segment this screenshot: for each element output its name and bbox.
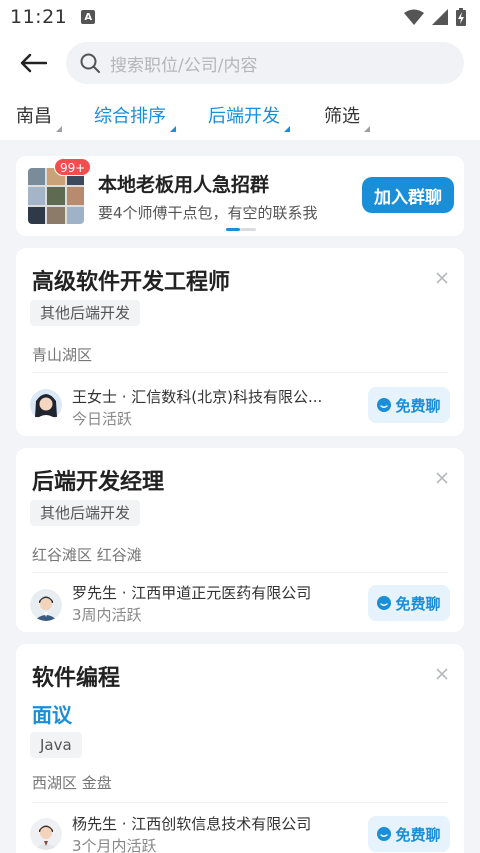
job-title: 高级软件开发工程师 <box>32 270 231 295</box>
free-chat-button[interactable]: 免费聊 <box>368 387 450 423</box>
job-location: 西湖区 金盘 <box>32 774 112 792</box>
avatar <box>30 589 62 621</box>
unread-badge: 99+ <box>54 158 92 176</box>
join-group-button[interactable]: 加入群聊 <box>362 177 454 213</box>
notification-icon: A <box>81 10 96 24</box>
divider <box>32 372 448 373</box>
job-title: 软件编程 <box>32 666 121 691</box>
dropdown-triangle-icon <box>364 126 370 132</box>
top-bar: 搜索职位/公司/内容 <box>0 34 480 92</box>
recruiter-info: 罗先生 · 江西甲道正元医药有限公司 <box>72 584 312 602</box>
job-card[interactable]: 高级软件开发工程师 其他后端开发 青山湖区 王女士 · 汇信数科(北京)科技有限… <box>16 248 464 436</box>
filter-bar: 南昌 综合排序 后端开发 筛选 <box>0 92 480 140</box>
job-title: 后端开发经理 <box>32 470 165 495</box>
back-arrow-icon <box>20 53 47 73</box>
filter-more[interactable]: 筛选 <box>324 102 370 132</box>
filter-more-label: 筛选 <box>324 106 360 127</box>
close-icon[interactable] <box>434 666 450 682</box>
chat-icon <box>377 596 392 610</box>
free-chat-button[interactable]: 免费聊 <box>368 816 450 852</box>
carousel-indicator <box>226 228 256 231</box>
search-placeholder: 搜索职位/公司/内容 <box>110 55 258 76</box>
status-icons <box>404 8 466 26</box>
dropdown-triangle-icon <box>170 126 176 132</box>
job-location: 红谷滩区 红谷滩 <box>32 546 142 564</box>
job-tag: Java <box>30 732 82 758</box>
active-status: 今日活跃 <box>72 410 133 428</box>
close-icon[interactable] <box>434 270 450 286</box>
back-button[interactable] <box>0 34 66 92</box>
wifi-icon <box>404 9 424 25</box>
banner-subtitle: 要4个师傅干点包，有空的联系我 <box>98 204 318 222</box>
job-tag: 其他后端开发 <box>30 300 141 326</box>
group-banner[interactable]: 99+ 本地老板用人急招群 要4个师傅干点包，有空的联系我 加入群聊 <box>16 156 464 236</box>
recruiter-info: 杨先生 · 江西创软信息技术有限公司 <box>72 815 312 833</box>
free-chat-label: 免费聊 <box>395 396 441 415</box>
job-card[interactable]: 后端开发经理 其他后端开发 红谷滩区 红谷滩 罗先生 · 江西甲道正元医药有限公… <box>16 448 464 632</box>
chat-icon <box>377 827 392 841</box>
divider <box>32 802 448 803</box>
active-status: 3周内活跃 <box>72 606 142 624</box>
status-bar: 11:21 A <box>0 0 480 34</box>
filter-sort[interactable]: 综合排序 <box>94 102 176 132</box>
job-salary: 面议 <box>32 703 72 727</box>
dropdown-triangle-icon <box>284 126 290 132</box>
status-time: 11:21 <box>10 6 68 28</box>
job-location: 青山湖区 <box>32 346 93 364</box>
battery-icon <box>456 8 466 26</box>
filter-city[interactable]: 南昌 <box>16 102 62 132</box>
filter-city-label: 南昌 <box>16 106 52 127</box>
filter-category-label: 后端开发 <box>208 106 280 127</box>
free-chat-label: 免费聊 <box>395 825 441 844</box>
free-chat-label: 免费聊 <box>395 594 441 613</box>
job-card[interactable]: 软件编程 面议 Java 西湖区 金盘 杨先生 · 江西创软信息技术有限公司 3… <box>16 644 464 853</box>
filter-sort-label: 综合排序 <box>94 106 166 127</box>
divider <box>32 572 448 573</box>
search-input[interactable]: 搜索职位/公司/内容 <box>66 42 464 84</box>
filter-category[interactable]: 后端开发 <box>208 102 290 132</box>
banner-title: 本地老板用人急招群 <box>98 174 270 196</box>
avatar <box>30 818 62 850</box>
close-icon[interactable] <box>434 470 450 486</box>
recruiter-info: 王女士 · 汇信数科(北京)科技有限公... <box>72 388 323 406</box>
chat-icon <box>377 398 392 412</box>
free-chat-button[interactable]: 免费聊 <box>368 585 450 621</box>
job-tag: 其他后端开发 <box>30 500 141 526</box>
signal-icon <box>432 9 448 25</box>
dropdown-triangle-icon <box>56 126 62 132</box>
avatar <box>30 389 62 421</box>
search-icon <box>80 53 100 73</box>
active-status: 3个月内活跃 <box>72 837 157 853</box>
